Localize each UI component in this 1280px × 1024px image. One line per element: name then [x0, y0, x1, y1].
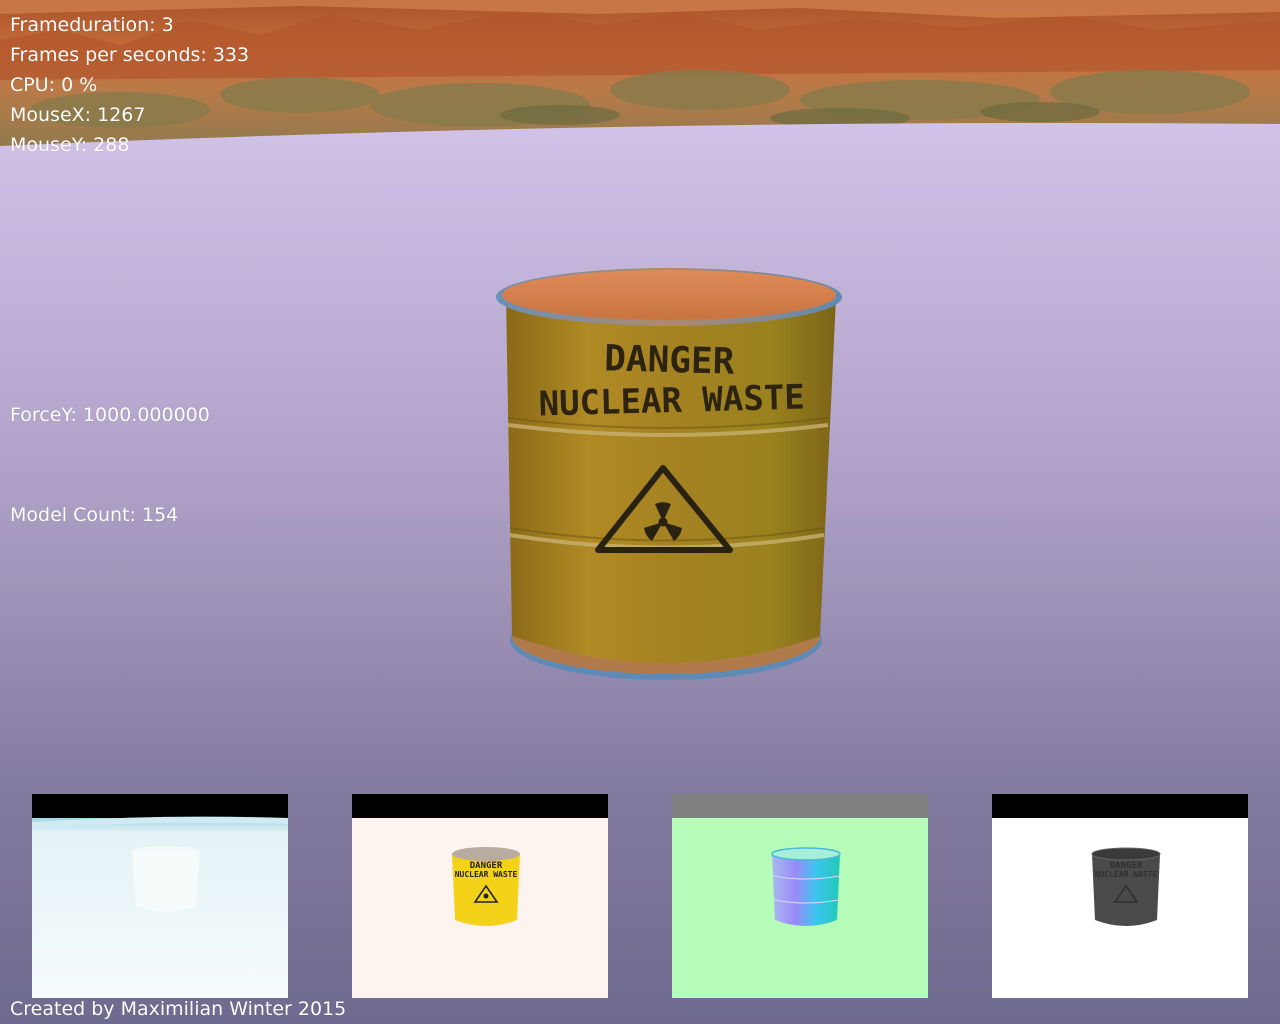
force-y-label: ForceY: 1000.000000 [10, 404, 210, 426]
svg-text:NUCLEAR WASTE: NUCLEAR WASTE [455, 870, 518, 879]
model-count-label: Model Count: 154 [10, 504, 179, 526]
barrel-label-danger: DANGER [604, 338, 735, 382]
barrel-model[interactable]: DANGER NUCLEAR WASTE [496, 268, 842, 680]
barrel-depth-silhouette [132, 846, 200, 912]
barrel-albedo-thumbnail: DANGER NUCLEAR WASTE [452, 847, 520, 926]
albedo-buffer-preview: DANGER NUCLEAR WASTE [352, 794, 608, 998]
credit-footer: Created by Maximilian Winter 2015 [10, 998, 347, 1020]
specular-buffer-preview: DANGER NUCLEAR WASTE [992, 794, 1248, 998]
fps-label: Frames per seconds: 333 [10, 44, 250, 66]
mouse-y-label: MouseY: 288 [10, 134, 130, 156]
svg-text:NUCLEAR WASTE: NUCLEAR WASTE [1095, 870, 1158, 879]
barrel-specular-thumbnail: DANGER NUCLEAR WASTE [1091, 847, 1161, 926]
cpu-label: CPU: 0 % [10, 74, 98, 96]
frameduration-label: Frameduration: 3 [10, 14, 174, 36]
normal-buffer-preview [672, 794, 928, 998]
barrel-label-nuclear-waste: NUCLEAR WASTE [538, 378, 805, 425]
mouse-x-label: MouseX: 1267 [10, 104, 146, 126]
barrel-normal-thumbnail [771, 847, 841, 926]
depth-buffer-preview [32, 794, 288, 998]
